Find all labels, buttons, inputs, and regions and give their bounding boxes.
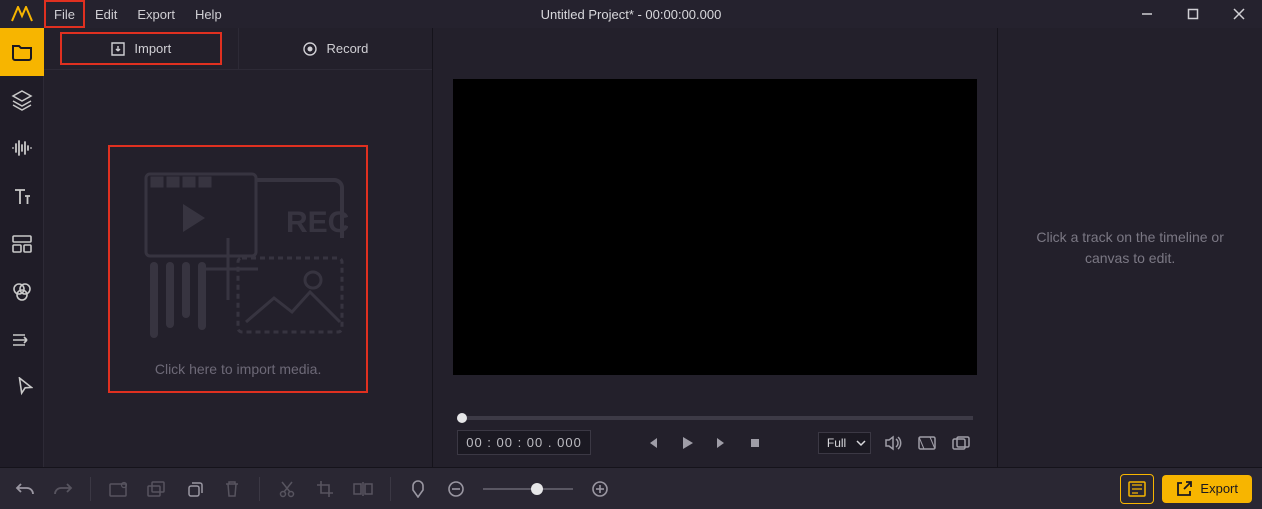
menu-edit[interactable]: Edit	[85, 0, 127, 28]
media-body: REC Click here to import media.	[44, 70, 432, 467]
play-button[interactable]	[675, 431, 699, 455]
preview-panel: 00 : 00 : 00 . 000	[433, 28, 998, 467]
progress-handle-icon[interactable]	[457, 413, 467, 423]
import-dropzone[interactable]: REC Click here to import media.	[108, 145, 368, 393]
export-button-label: Export	[1200, 481, 1238, 496]
import-icon	[110, 41, 126, 57]
tab-import-label: Import	[134, 41, 171, 56]
separator	[90, 477, 91, 501]
next-frame-button[interactable]	[709, 431, 733, 455]
fullscreen-button[interactable]	[949, 431, 973, 455]
view-mode-label: Full	[827, 436, 846, 450]
inspector-panel: Click a track on the timeline or canvas …	[998, 28, 1262, 467]
snapshot-button[interactable]	[915, 431, 939, 455]
window-controls	[1124, 0, 1262, 28]
zoom-slider[interactable]	[483, 488, 573, 490]
rail-elements-icon[interactable]	[0, 364, 44, 412]
split-button[interactable]	[348, 474, 378, 504]
rail-audio-icon[interactable]	[0, 124, 44, 172]
preview-canvas-wrap	[433, 28, 997, 416]
delete-button[interactable]	[217, 474, 247, 504]
menu-help[interactable]: Help	[185, 0, 232, 28]
bottom-toolbar: Export	[0, 467, 1262, 509]
chevron-down-icon	[856, 438, 866, 448]
zoom-out-button[interactable]	[441, 474, 471, 504]
separator	[390, 477, 391, 501]
dropzone-illustration-icon: REC	[118, 157, 358, 355]
app-root: File Edit Export Help Untitled Project* …	[0, 0, 1262, 509]
media-panel: Import Record	[44, 28, 433, 467]
left-rail	[0, 28, 44, 467]
close-button[interactable]	[1216, 0, 1262, 28]
preview-progress[interactable]	[457, 416, 973, 420]
volume-button[interactable]	[881, 431, 905, 455]
menu-export[interactable]: Export	[127, 0, 185, 28]
preview-controls-row: 00 : 00 : 00 . 000	[457, 430, 973, 455]
export-button[interactable]: Export	[1162, 475, 1252, 503]
separator	[259, 477, 260, 501]
dropzone-text: Click here to import media.	[155, 361, 322, 377]
record-icon	[302, 41, 318, 57]
menu-file[interactable]: File	[44, 0, 85, 28]
rail-text-icon[interactable]	[0, 172, 44, 220]
preview-canvas[interactable]	[453, 79, 977, 375]
inspector-message: Click a track on the timeline or canvas …	[1036, 227, 1224, 269]
zoom-handle-icon[interactable]	[531, 483, 543, 495]
menubar: File Edit Export Help Untitled Project* …	[0, 0, 1262, 28]
tab-record[interactable]: Record	[239, 28, 433, 69]
maximize-button[interactable]	[1170, 0, 1216, 28]
save-draft-button[interactable]	[1120, 474, 1154, 504]
undo-button[interactable]	[10, 474, 40, 504]
export-icon	[1176, 481, 1192, 497]
minimize-button[interactable]	[1124, 0, 1170, 28]
rail-layout-icon[interactable]	[0, 220, 44, 268]
cut-button[interactable]	[272, 474, 302, 504]
preview-controls: 00 : 00 : 00 . 000	[433, 416, 997, 467]
zoom-in-button[interactable]	[585, 474, 615, 504]
window-title: Untitled Project* - 00:00:00.000	[541, 7, 722, 22]
redo-button[interactable]	[48, 474, 78, 504]
toolbar-btn-1[interactable]	[103, 474, 133, 504]
stop-button[interactable]	[743, 431, 767, 455]
tab-import[interactable]: Import	[44, 28, 238, 69]
app-logo-icon	[0, 0, 44, 28]
media-tabs: Import Record	[44, 28, 432, 70]
marker-button[interactable]	[403, 474, 433, 504]
tab-record-label: Record	[326, 41, 368, 56]
toolbar-btn-2[interactable]	[141, 474, 171, 504]
rail-media-icon[interactable]	[0, 28, 44, 76]
svg-text:REC: REC	[286, 206, 348, 239]
rail-layers-icon[interactable]	[0, 76, 44, 124]
rail-transitions-icon[interactable]	[0, 316, 44, 364]
crop-button[interactable]	[310, 474, 340, 504]
toolbar-btn-3[interactable]	[179, 474, 209, 504]
prev-frame-button[interactable]	[641, 431, 665, 455]
preview-timecode: 00 : 00 : 00 . 000	[457, 430, 591, 455]
rail-filters-icon[interactable]	[0, 268, 44, 316]
main-area: Import Record	[0, 28, 1262, 467]
view-mode-select[interactable]: Full	[818, 432, 871, 454]
